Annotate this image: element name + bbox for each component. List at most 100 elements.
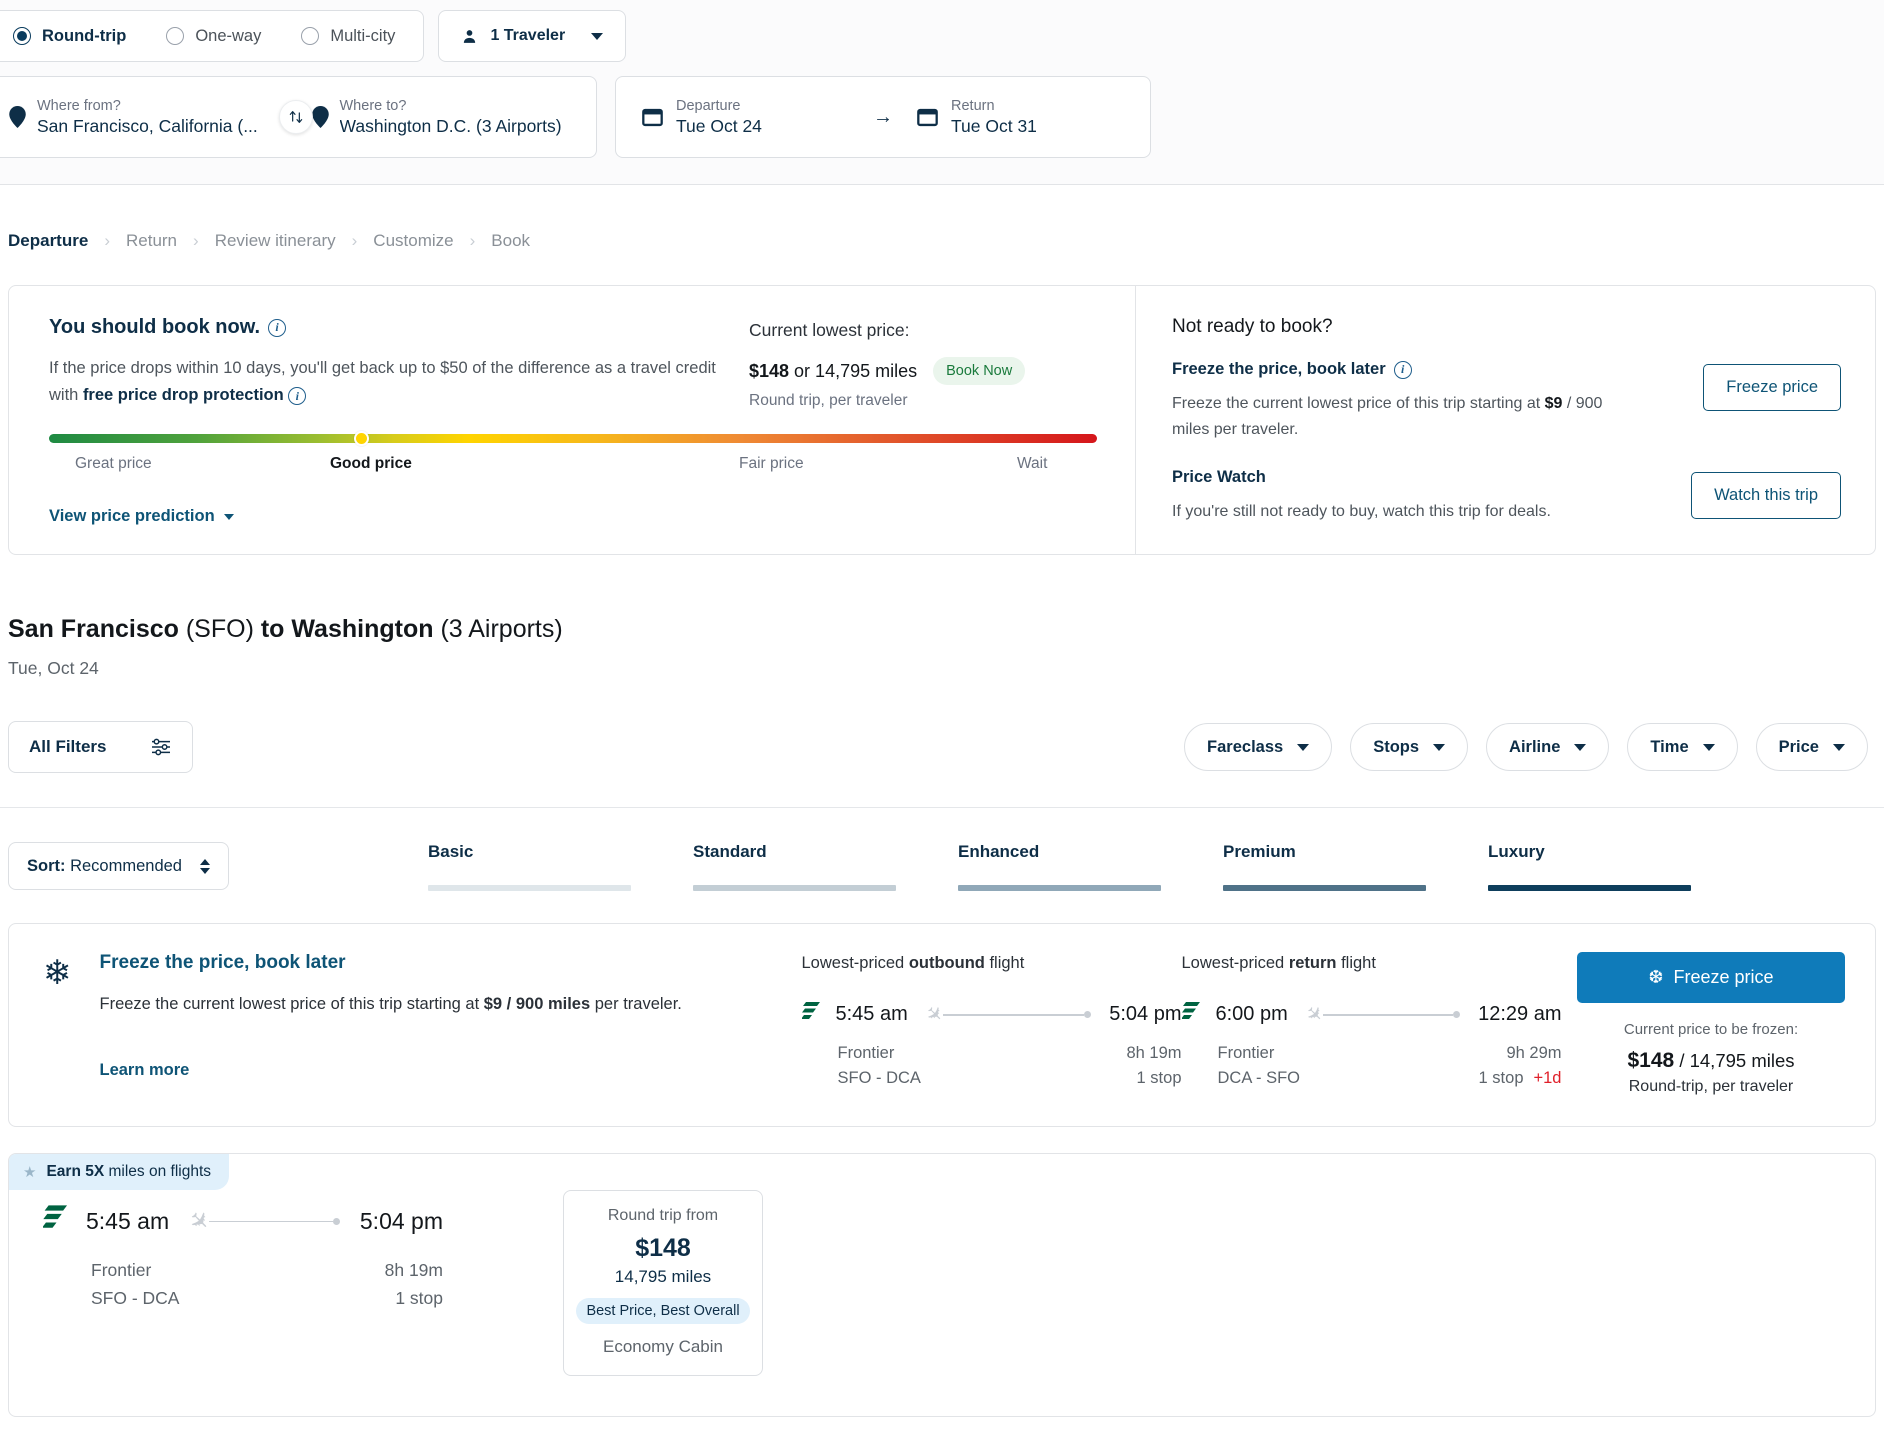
freeze-price-button[interactable]: Freeze price <box>1703 364 1841 411</box>
breadcrumb-item-return[interactable]: Return <box>126 231 177 251</box>
outbound-stops: 1 stop <box>1137 1069 1182 1088</box>
tab-label: Standard <box>693 842 958 862</box>
prediction-left-panel: You should book now. i If the price drop… <box>9 286 1135 554</box>
scale-label-fair-price: Fair price <box>739 455 804 473</box>
route-code-from: (SFO) <box>179 615 261 643</box>
frontier-airlines-logo-icon <box>43 1204 70 1238</box>
outbound-meta-row-1: Frontier 8h 19m <box>802 1044 1182 1063</box>
places-group: Where from? San Francisco, California (.… <box>0 76 597 158</box>
search-header: Round-trip One-way Multi-city 1 Traveler <box>0 0 1884 185</box>
origin-field[interactable]: Where from? San Francisco, California (.… <box>0 77 294 157</box>
result-segment: 5:45 am ✈ 5:04 pm <box>43 1204 443 1238</box>
return-value: Tue Oct 31 <box>951 116 1037 137</box>
filter-price[interactable]: Price <box>1756 723 1868 771</box>
flight-result-card[interactable]: ★ Earn 5X miles on flights 5:45 am ✈ <box>8 1153 1876 1417</box>
sort-and-fare-tabs-row: Sort: Recommended Basic Standard Enhance… <box>0 808 1884 891</box>
traveler-count-label: 1 Traveler <box>490 27 565 45</box>
freeze-desc-prefix: Freeze the current lowest price of this … <box>1172 395 1545 412</box>
breadcrumb-item-review-itinerary[interactable]: Review itinerary <box>215 231 336 251</box>
flight-path: ✈ <box>185 1207 344 1236</box>
outbound-head-prefix: Lowest-priced <box>802 954 909 972</box>
return-head: Lowest-priced return flight <box>1182 954 1562 973</box>
filter-pill-group: Fareclass Stops Airline Time Price <box>1184 723 1868 771</box>
freeze-desc-amount: $9 <box>1545 395 1563 412</box>
return-stops-wrap: 1 stop+1d <box>1479 1069 1562 1088</box>
filter-time[interactable]: Time <box>1627 723 1737 771</box>
departure-date-field[interactable]: Departure Tue Oct 24 <box>624 98 867 137</box>
price-prediction-card: You should book now. i If the price drop… <box>8 285 1876 555</box>
info-icon[interactable]: i <box>268 319 286 337</box>
frontier-airlines-logo-icon <box>1182 1001 1202 1028</box>
return-date-field[interactable]: Return Tue Oct 31 <box>899 98 1142 137</box>
freeze-price-cta-label: Freeze price <box>1674 967 1774 988</box>
sort-text: Sort: Recommended <box>27 857 182 876</box>
freeze-price-miles: / 14,795 miles <box>1674 1050 1794 1071</box>
price-scale-marker <box>354 431 369 446</box>
result-flight-info: 5:45 am ✈ 5:04 pm Frontier 8h 19m SFO - … <box>43 1204 443 1309</box>
result-price-caption: Round trip from <box>576 1207 750 1225</box>
swap-locations-button[interactable] <box>279 100 313 134</box>
radio-icon <box>13 27 31 45</box>
result-meta-row-2: SFO - DCA 1 stop <box>43 1288 443 1309</box>
route-airports-to: (3 Airports) <box>434 615 563 643</box>
price-drop-protection-link[interactable]: free price drop protection <box>83 386 284 404</box>
return-stops: 1 stop <box>1479 1069 1524 1087</box>
tab-luxury[interactable]: Luxury <box>1488 842 1753 891</box>
filter-airline[interactable]: Airline <box>1486 723 1609 771</box>
result-body: 5:45 am ✈ 5:04 pm Frontier 8h 19m SFO - … <box>9 1204 1875 1376</box>
info-icon[interactable]: i <box>1394 361 1412 379</box>
filter-fareclass[interactable]: Fareclass <box>1184 723 1332 771</box>
freeze-card-desc-suffix: per traveler. <box>590 995 682 1013</box>
result-depart-time: 5:45 am <box>86 1208 169 1235</box>
tab-basic[interactable]: Basic <box>428 842 693 891</box>
breadcrumb-item-departure[interactable]: Departure <box>8 231 88 251</box>
destination-field[interactable]: Where to? Washington D.C. (3 Airports) <box>294 77 597 157</box>
breadcrumb-item-book[interactable]: Book <box>491 231 530 251</box>
flight-path: ✈ <box>922 1002 1095 1027</box>
chevron-right-icon: › <box>193 231 199 251</box>
trip-type-one-way[interactable]: One-way <box>166 27 261 46</box>
price-watch-description: If you're still not ready to buy, watch … <box>1172 499 1642 525</box>
filter-sliders-icon <box>150 738 172 756</box>
tab-indicator <box>1223 885 1426 891</box>
tab-label: Basic <box>428 842 693 862</box>
breadcrumb-item-customize[interactable]: Customize <box>373 231 453 251</box>
tab-indicator <box>1488 885 1691 891</box>
freeze-card-title: Freeze the price, book later <box>100 952 790 974</box>
trip-type-multi-city[interactable]: Multi-city <box>301 27 395 46</box>
flight-search-page: Round-trip One-way Multi-city 1 Traveler <box>0 0 1884 1417</box>
scale-label-great-price: Great price <box>75 455 152 473</box>
learn-more-link[interactable]: Learn more <box>100 1061 790 1080</box>
tab-premium[interactable]: Premium <box>1223 842 1488 891</box>
tab-standard[interactable]: Standard <box>693 842 958 891</box>
return-segment: 6:00 pm ✈ 12:29 am <box>1182 1001 1562 1028</box>
trip-type-label: Round-trip <box>42 27 126 46</box>
outbound-head-suffix: flight <box>985 954 1024 972</box>
trip-type-round-trip[interactable]: Round-trip <box>13 27 126 46</box>
info-icon[interactable]: i <box>288 387 306 405</box>
watch-this-trip-button[interactable]: Watch this trip <box>1691 472 1841 519</box>
freeze-price-card: ❄ Freeze the price, book later Freeze th… <box>8 923 1876 1127</box>
result-price-amount: $148 <box>576 1234 750 1263</box>
sort-selector[interactable]: Sort: Recommended <box>8 842 229 890</box>
flight-path: ✈ <box>1302 1002 1464 1027</box>
outbound-head-emphasis: outbound <box>909 954 985 972</box>
all-filters-button[interactable]: All Filters <box>8 721 193 773</box>
radio-icon <box>166 27 184 45</box>
result-price-box[interactable]: Round trip from $148 14,795 miles Best P… <box>563 1190 763 1376</box>
view-price-prediction-button[interactable]: View price prediction <box>49 507 234 526</box>
freeze-price-cta-button[interactable]: ❆ Freeze price <box>1577 952 1845 1003</box>
current-lowest-price-title: Current lowest price: <box>749 320 1079 341</box>
destination-value: Washington D.C. (3 Airports) <box>340 116 562 137</box>
trip-type-label: One-way <box>195 27 261 46</box>
freeze-price-heading-row: Freeze the price, book later i <box>1172 360 1642 379</box>
traveler-selector[interactable]: 1 Traveler <box>438 10 626 62</box>
filter-stops[interactable]: Stops <box>1350 723 1468 771</box>
chevron-right-icon: › <box>104 231 110 251</box>
return-meta-row-1: Frontier 9h 29m <box>1182 1044 1562 1063</box>
destination-label: Where to? <box>340 98 562 114</box>
price-watch-heading-row: Price Watch <box>1172 468 1642 487</box>
earn-badge-text: miles on flights <box>104 1163 211 1180</box>
tab-enhanced[interactable]: Enhanced <box>958 842 1223 891</box>
freeze-card-desc-prefix: Freeze the current lowest price of this … <box>100 995 484 1013</box>
